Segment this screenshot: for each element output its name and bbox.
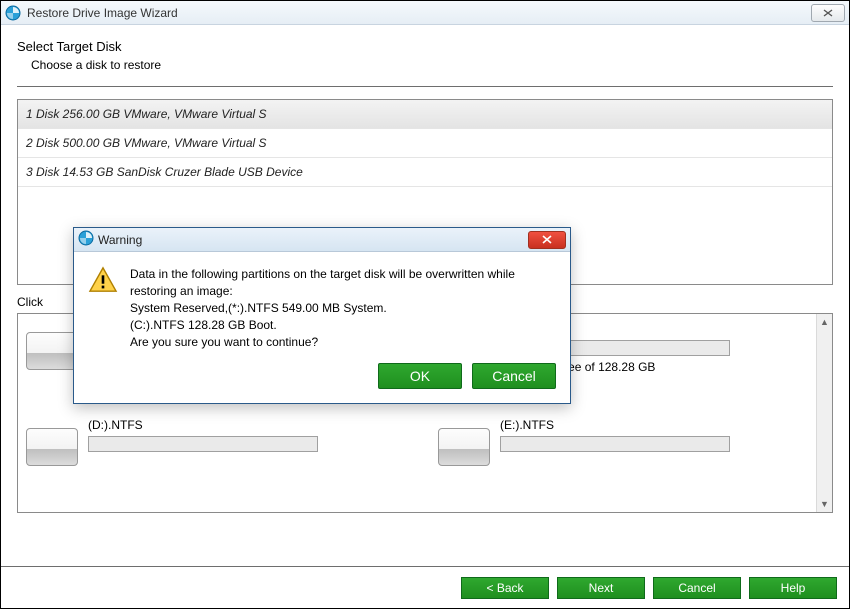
partition-label: (D:).NTFS [88, 418, 398, 432]
disk-row[interactable]: 1 Disk 256.00 GB VMware, VMware Virtual … [18, 100, 832, 129]
titlebar: Restore Drive Image Wizard [1, 1, 849, 25]
window-close-button[interactable] [811, 4, 845, 22]
cancel-button[interactable]: Cancel [653, 577, 741, 599]
disk-row[interactable]: 3 Disk 14.53 GB SanDisk Cruzer Blade USB… [18, 158, 832, 187]
dialog-line: Are you sure you want to continue? [130, 334, 554, 351]
dialog-line: System Reserved,(*:).NTFS 549.00 MB Syst… [130, 300, 554, 317]
dialog-message: Data in the following partitions on the … [130, 266, 554, 351]
ok-button[interactable]: OK [378, 363, 462, 389]
main-window: Restore Drive Image Wizard Select Target… [0, 0, 850, 609]
partition-item[interactable]: (D:).NTFS [26, 418, 398, 466]
dialog-line: (C:).NTFS 128.28 GB Boot. [130, 317, 554, 334]
dialog-close-button[interactable] [528, 231, 566, 249]
drive-icon [438, 428, 490, 466]
next-button[interactable]: Next [557, 577, 645, 599]
partition-label: (E:).NTFS [500, 418, 810, 432]
partition-usage-bar [500, 436, 730, 452]
app-icon [78, 230, 94, 249]
wizard-footer: < Back Next Cancel Help [1, 566, 849, 608]
help-button[interactable]: Help [749, 577, 837, 599]
scroll-down-icon[interactable]: ▼ [818, 496, 832, 512]
scrollbar[interactable]: ▲ ▼ [816, 314, 832, 512]
wizard-header: Select Target Disk Choose a disk to rest… [1, 25, 849, 87]
dialog-titlebar: Warning [74, 228, 570, 252]
close-icon [823, 9, 833, 17]
drive-icon [26, 428, 78, 466]
warning-icon [88, 266, 118, 294]
window-title: Restore Drive Image Wizard [27, 6, 178, 20]
scroll-up-icon[interactable]: ▲ [818, 314, 832, 330]
dialog-cancel-button[interactable]: Cancel [472, 363, 556, 389]
app-icon [5, 5, 21, 21]
page-title: Select Target Disk [17, 39, 833, 54]
disk-row[interactable]: 2 Disk 500.00 GB VMware, VMware Virtual … [18, 129, 832, 158]
header-divider [17, 86, 833, 87]
close-icon [541, 235, 553, 244]
warning-dialog: Warning Data in the following partitions… [73, 227, 571, 404]
back-button[interactable]: < Back [461, 577, 549, 599]
partition-item[interactable]: (E:).NTFS [438, 418, 810, 466]
page-subtitle: Choose a disk to restore [17, 58, 833, 72]
dialog-line: Data in the following partitions on the … [130, 266, 554, 300]
drive-icon [26, 332, 78, 370]
partition-usage-bar [88, 436, 318, 452]
dialog-title: Warning [98, 233, 142, 247]
